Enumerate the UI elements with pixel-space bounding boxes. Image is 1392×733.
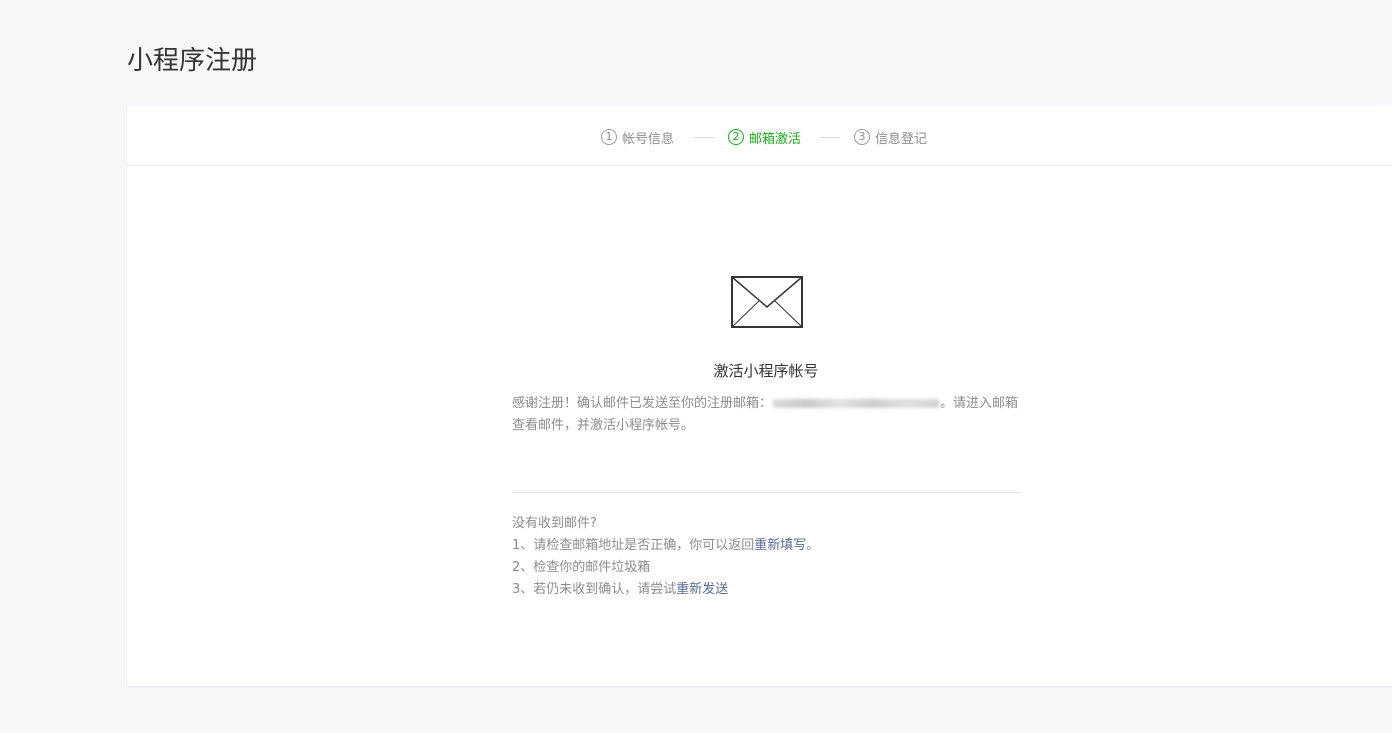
envelope-icon [731, 276, 803, 328]
step-email-activation: 2 邮箱激活 [728, 127, 801, 147]
activation-description: 感谢注册！确认邮件已发送至你的注册邮箱： 。请进入邮箱查看邮件，并激活小程序帐号。 [512, 393, 1022, 437]
divider [512, 492, 1021, 493]
help-item-check-address: 1、请检查邮箱地址是否正确，你可以返回重新填写。 [512, 535, 1032, 557]
step-divider [694, 137, 714, 138]
step-label: 信息登记 [875, 131, 928, 147]
refill-link[interactable]: 重新填写 [754, 538, 806, 553]
step-label: 帐号信息 [622, 131, 675, 147]
step-label: 邮箱激活 [749, 131, 802, 147]
step-number: 3 [854, 129, 870, 145]
resend-link[interactable]: 重新发送 [676, 582, 728, 597]
help-text: 1、请检查邮箱地址是否正确，你可以返回 [512, 538, 755, 553]
help-text: 3、若仍未收到确认，请尝试 [512, 582, 677, 597]
help-item-check-spam: 2、检查你的邮件垃圾箱 [512, 560, 651, 575]
step-number: 1 [601, 129, 617, 145]
help-section: 没有收到邮件? 1、请检查邮箱地址是否正确，你可以返回重新填写。 2、检查你的邮… [512, 513, 1032, 601]
step-info-registration: 3 信息登记 [854, 127, 927, 147]
step-number: 2 [728, 129, 744, 145]
registration-card: 1 帐号信息 2 邮箱激活 3 信息登记 激活小程序帐号 感谢注册！确认邮件已发… [127, 106, 1392, 686]
help-heading: 没有收到邮件? [512, 516, 597, 531]
page-title: 小程序注册 [127, 46, 258, 76]
activate-title: 激活小程序帐号 [713, 362, 819, 380]
redacted-email [773, 399, 940, 408]
step-account-info: 1 帐号信息 [601, 127, 674, 147]
step-divider [820, 137, 840, 138]
help-item-resend: 3、若仍未收到确认，请尝试重新发送 [512, 579, 1032, 601]
desc-text: 感谢注册！确认邮件已发送至你的注册邮箱： [512, 396, 773, 411]
help-text-end: 。 [806, 538, 820, 553]
step-indicator: 1 帐号信息 2 邮箱激活 3 信息登记 [127, 106, 1392, 166]
